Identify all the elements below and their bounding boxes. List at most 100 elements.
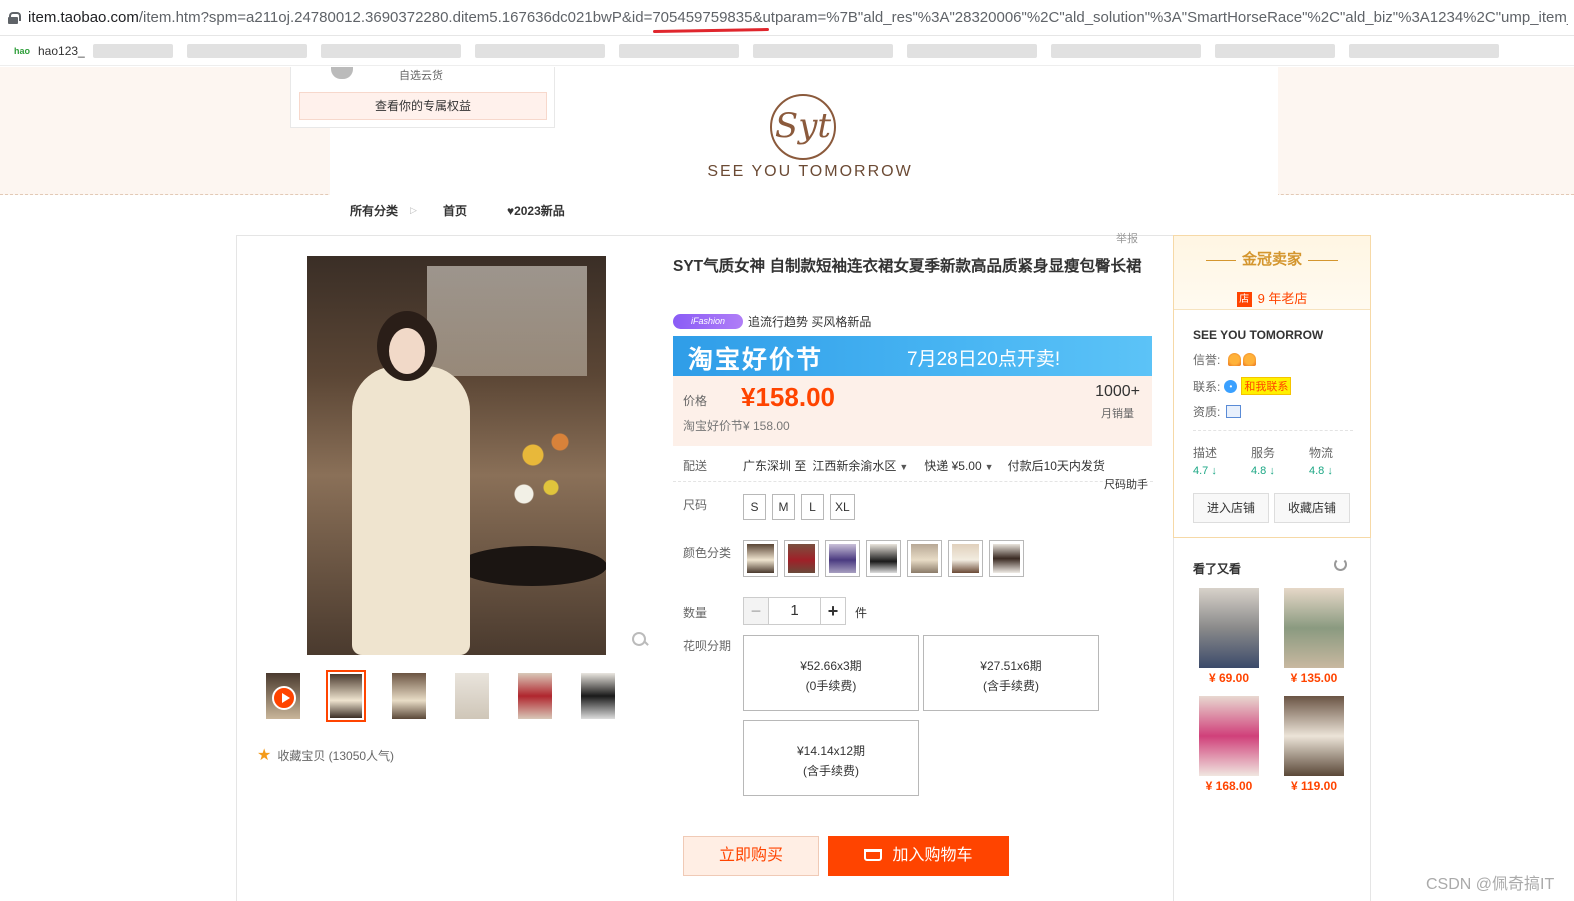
license-icon[interactable] <box>1226 405 1242 418</box>
promo-banner[interactable]: 淘宝好价节 7月28日20点开卖! <box>673 336 1152 376</box>
add-to-cart-label: 加入购物车 <box>892 847 973 864</box>
color-option[interactable] <box>825 540 860 577</box>
bookmark-hao123[interactable]: hao123_ <box>38 44 85 58</box>
nav-new-2023[interactable]: ♥2023新品 <box>507 202 565 219</box>
thumbnail-video[interactable] <box>263 670 303 722</box>
price-value: ¥158.00 <box>741 382 835 412</box>
url-host: item.taobao.com <box>28 9 139 26</box>
thumbnail[interactable] <box>452 670 492 722</box>
nav-arrow-icon: ▷ <box>410 204 417 215</box>
recommended-item[interactable]: ¥ 135.00 <box>1284 588 1344 685</box>
thumbnail-selected[interactable] <box>326 670 366 722</box>
recommended-price: ¥ 135.00 <box>1290 671 1338 685</box>
installment-label: 花呗分期 <box>683 639 732 653</box>
size-helper-link[interactable]: 尺码助手 <box>1104 476 1148 492</box>
thumbnail[interactable] <box>515 670 555 722</box>
view-benefits-button[interactable]: 查看你的专属权益 <box>299 92 547 120</box>
bookmarks-bar: hao hao123_ <box>0 36 1574 66</box>
shop-icon: 店 <box>1236 292 1252 307</box>
banner-title: 淘宝好价节 <box>688 346 824 374</box>
chat-icon[interactable]: • <box>1224 379 1238 393</box>
favorite-item[interactable]: ★ 收藏宝贝 (13050人气) <box>257 745 394 765</box>
ship-to-selector[interactable]: 江西新余渝水区 ▼ <box>812 457 908 474</box>
blurred-bookmark[interactable] <box>320 43 461 58</box>
monthly-sales-count: 1000+ <box>1095 383 1140 400</box>
blurred-bookmark[interactable] <box>1050 43 1201 58</box>
shipping-label: 配送 <box>683 459 708 473</box>
size-option-s[interactable]: S <box>743 494 766 520</box>
shop-logo[interactable]: Syt <box>770 94 836 160</box>
color-option[interactable] <box>989 540 1024 577</box>
installment-option-6[interactable]: ¥27.51x6期 (含手续费) <box>923 635 1099 711</box>
quantity-stepper: − 1 + <box>743 597 846 625</box>
also-viewed-panel: 看了又看 ¥ 69.00 ¥ 135.00 ¥ 168.00 ¥ 119.00 <box>1173 538 1371 901</box>
enter-shop-button[interactable]: 进入店铺 <box>1193 493 1269 523</box>
recommended-image[interactable] <box>1199 588 1259 668</box>
color-option[interactable] <box>907 540 942 577</box>
blurred-bookmark[interactable] <box>1214 43 1335 58</box>
score-value: 4.7 ↓ <box>1193 465 1217 477</box>
seller-name[interactable]: SEE YOU TOMORROW <box>1193 328 1323 342</box>
recommended-price: ¥ 168.00 <box>1205 779 1253 793</box>
address-bar[interactable]: item.taobao.com/item.htm?spm=a211oj.2478… <box>0 0 1574 36</box>
shipping-fee-selector[interactable]: 快递 ¥5.00 ▼ <box>924 457 993 474</box>
crown-icon <box>1228 353 1242 366</box>
lock-icon[interactable] <box>8 11 21 24</box>
quantity-input[interactable]: 1 <box>769 597 820 625</box>
installment-option-12[interactable]: ¥14.14x12期 (含手续费) <box>743 720 919 796</box>
color-option[interactable] <box>743 540 778 577</box>
buy-now-button[interactable]: 立即购买 <box>683 836 819 876</box>
thumbnail[interactable] <box>578 670 618 722</box>
color-option[interactable] <box>866 540 901 577</box>
recommended-item[interactable]: ¥ 69.00 <box>1199 588 1259 685</box>
thumbnail[interactable] <box>389 670 429 722</box>
blurred-bookmark[interactable] <box>618 43 739 58</box>
credit-row: 信誉: <box>1193 351 1257 368</box>
refresh-icon[interactable] <box>1334 558 1347 571</box>
contact-row: 联系: • 和我联系 <box>1193 377 1292 395</box>
size-option-xl[interactable]: XL <box>830 494 855 520</box>
play-icon[interactable] <box>272 686 296 710</box>
nav-home[interactable]: 首页 <box>443 202 467 219</box>
main-product-image[interactable] <box>307 256 606 655</box>
recommended-image[interactable] <box>1284 588 1344 668</box>
shipping-fee: 快递 ¥5.00 <box>924 459 982 473</box>
color-option[interactable] <box>784 540 819 577</box>
score-label: 服务 <box>1251 446 1276 460</box>
zoom-icon[interactable] <box>632 632 648 648</box>
ifashion-badge[interactable]: iFashion <box>673 314 743 329</box>
blurred-bookmark[interactable] <box>752 43 893 58</box>
chevron-down-icon: ▼ <box>899 462 909 472</box>
blurred-bookmark[interactable] <box>92 43 173 58</box>
blurred-bookmark[interactable] <box>906 43 1037 58</box>
score-service: 服务 4.8 ↓ <box>1251 444 1309 480</box>
add-to-cart-button[interactable]: 加入购物车 <box>828 836 1009 876</box>
tag-text: 追流行趋势 买风格新品 <box>748 315 872 329</box>
size-options: S M L XL <box>743 494 861 520</box>
recommended-item[interactable]: ¥ 168.00 <box>1199 696 1259 793</box>
url-text[interactable]: item.taobao.com/item.htm?spm=a211oj.2478… <box>28 9 1568 26</box>
recommended-item[interactable]: ¥ 119.00 <box>1284 696 1344 793</box>
nav-all-categories[interactable]: 所有分类 <box>350 202 398 219</box>
size-option-l[interactable]: L <box>801 494 824 520</box>
quantity-decrease-button[interactable]: − <box>743 597 769 625</box>
blurred-bookmark[interactable] <box>186 43 307 58</box>
cert-label: 资质: <box>1193 405 1221 419</box>
report-link[interactable]: 举报 <box>1116 230 1138 246</box>
size-option-m[interactable]: M <box>772 494 795 520</box>
also-viewed-title: 看了又看 <box>1193 562 1242 576</box>
color-option[interactable] <box>948 540 983 577</box>
contact-seller-button[interactable]: 和我联系 <box>1241 377 1292 395</box>
shop-logo-text[interactable]: SEE YOU TOMORROW <box>700 163 920 181</box>
installment-amount: ¥27.51x6期 <box>980 659 1042 673</box>
score-description: 描述 4.7 ↓ <box>1193 444 1251 480</box>
recommended-image[interactable] <box>1199 696 1259 776</box>
quantity-increase-button[interactable]: + <box>820 597 846 625</box>
csdn-watermark: CSDN @佩奇搞IT <box>1426 876 1555 893</box>
installment-option-3[interactable]: ¥52.66x3期 (0手续费) <box>743 635 919 711</box>
installment-fee: (0手续费) <box>805 679 857 693</box>
blurred-bookmark[interactable] <box>474 43 605 58</box>
favorite-shop-button[interactable]: 收藏店铺 <box>1274 493 1350 523</box>
recommended-image[interactable] <box>1284 696 1344 776</box>
blurred-bookmark[interactable] <box>1348 43 1499 58</box>
